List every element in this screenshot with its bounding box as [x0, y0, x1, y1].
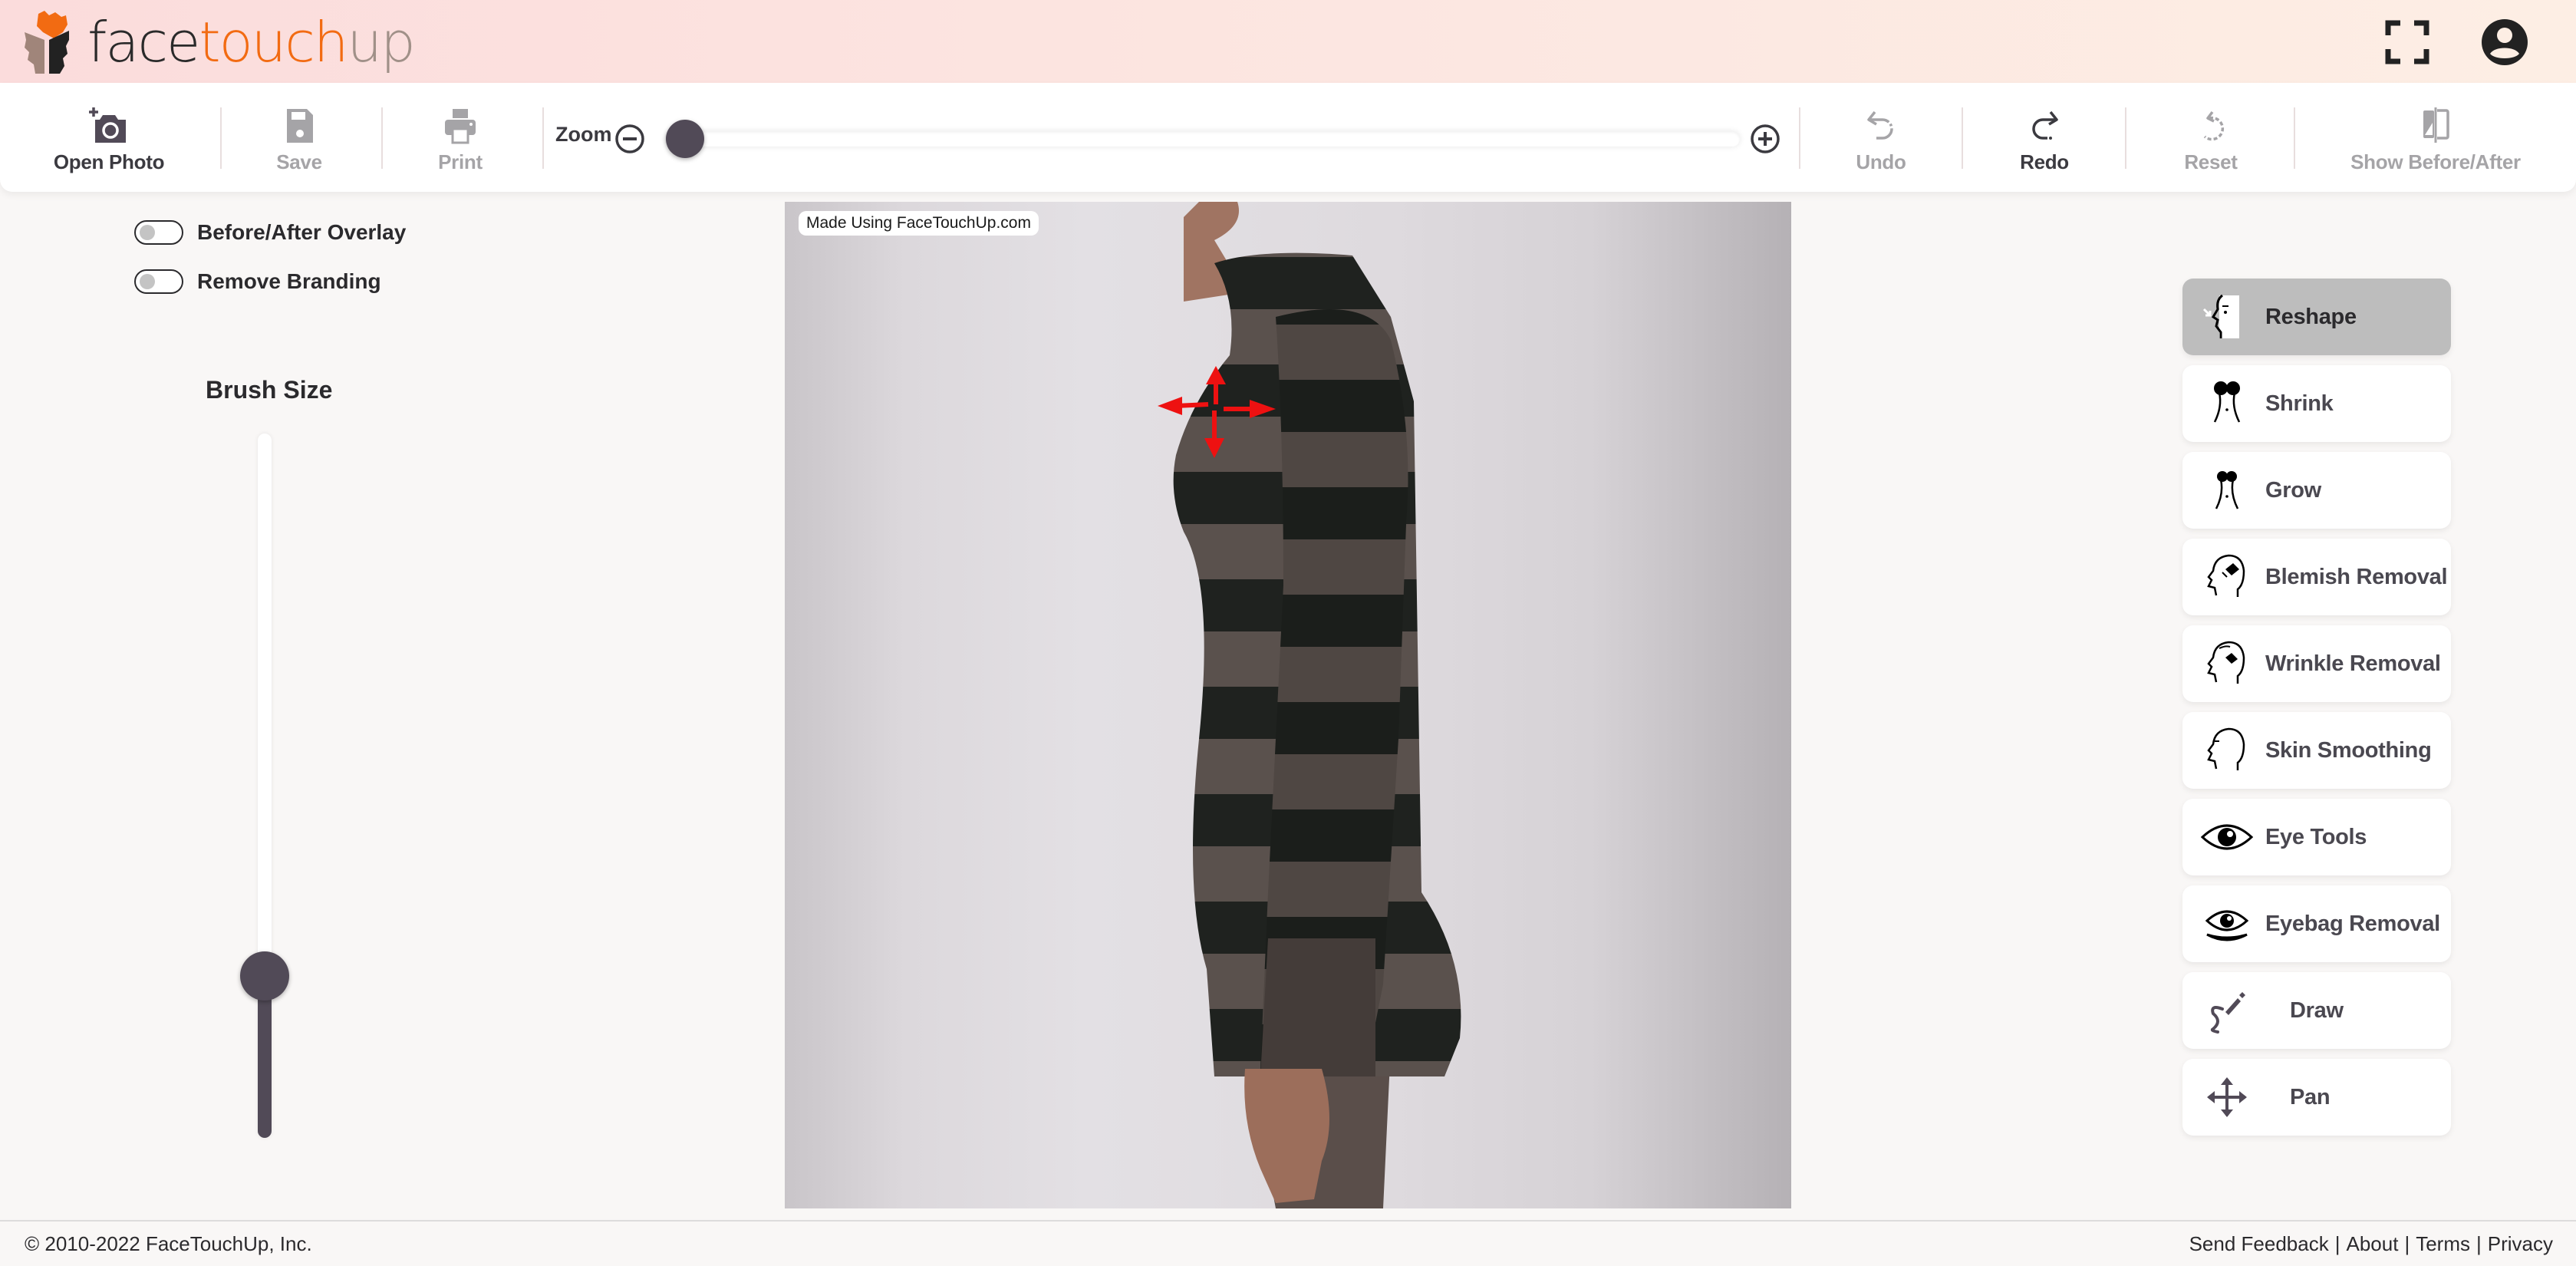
redo-icon	[2032, 110, 2058, 140]
logo[interactable]: facetouchup	[21, 9, 416, 75]
eye-icon	[2200, 824, 2254, 850]
open-photo-label: Open Photo	[53, 150, 165, 173]
brush-size-slider-thumb[interactable]	[240, 951, 289, 1001]
watermark-label: Made Using FaceTouchUp.com	[799, 211, 1039, 236]
send-feedback-link[interactable]: Send Feedback	[2189, 1232, 2329, 1256]
reset-icon	[2203, 110, 2225, 140]
tool-draw-button[interactable]: Draw	[2182, 972, 2451, 1049]
logo-mark-icon	[25, 11, 69, 74]
tool-label: Reshape	[2265, 304, 2357, 329]
eyebag-icon	[2205, 910, 2249, 941]
brush-size-title: Brush Size	[206, 376, 333, 404]
app-header: facetouchup	[0, 0, 2576, 86]
about-link[interactable]: About	[2346, 1232, 2398, 1256]
head-profile-icon	[2207, 727, 2245, 770]
print-label: Print	[438, 150, 483, 173]
save-button[interactable]: Save	[253, 83, 345, 192]
show-before-after-label: Show Before/After	[2350, 150, 2521, 173]
toolbar-divider	[381, 107, 383, 169]
tool-skin-button[interactable]: Skin Smoothing	[2182, 712, 2451, 789]
undo-button[interactable]: Undo	[1835, 83, 1927, 192]
tool-label: Wrinkle Removal	[2265, 651, 2441, 676]
hand	[1244, 1069, 1329, 1203]
tool-shrink-button[interactable]: Shrink	[2182, 365, 2451, 442]
zoom-slider-thumb[interactable]	[666, 120, 704, 158]
save-label: Save	[276, 150, 322, 173]
tool-wrinkle-button[interactable]: Wrinkle Removal	[2182, 625, 2451, 702]
toolbar-divider	[220, 107, 222, 169]
tool-label: Draw	[2290, 997, 2344, 1023]
reset-button[interactable]: Reset	[2165, 83, 2257, 192]
save-floppy-icon	[287, 108, 313, 143]
sweater-cuff	[1260, 938, 1375, 1076]
tool-eyebag-button[interactable]: Eyebag Removal	[2182, 885, 2451, 962]
add-photo-camera-icon	[89, 107, 126, 143]
separator: |	[2334, 1232, 2340, 1255]
footer-divider	[0, 1220, 2576, 1221]
tool-label: Blemish Removal	[2265, 564, 2448, 589]
tool-label: Skin Smoothing	[2265, 737, 2432, 763]
zoom-out-icon[interactable]	[614, 123, 646, 155]
tool-label: Grow	[2265, 477, 2321, 503]
separator: |	[2476, 1232, 2482, 1255]
photo-canvas[interactable]: Made Using FaceTouchUp.com	[785, 202, 1791, 1208]
tool-eye-button[interactable]: Eye Tools	[2182, 799, 2451, 875]
reshape-face-icon	[2202, 294, 2239, 338]
tool-label: Shrink	[2265, 391, 2334, 416]
wrinkle-head-eraser-icon	[2207, 641, 2245, 684]
tool-label: Eyebag Removal	[2265, 911, 2440, 936]
toggle-knob	[140, 274, 155, 289]
zoom-slider-track[interactable]	[666, 131, 1740, 147]
zoom-control: Zoom	[552, 83, 1795, 192]
zoom-in-icon[interactable]	[1749, 123, 1781, 155]
tool-pan-button[interactable]: Pan	[2182, 1059, 2451, 1136]
separator: |	[2404, 1232, 2410, 1255]
tool-blemish-button[interactable]: Blemish Removal	[2182, 539, 2451, 615]
tool-label: Pan	[2290, 1084, 2331, 1109]
tool-reshape-button[interactable]: Reshape	[2182, 279, 2451, 355]
toolbar-divider	[2125, 107, 2126, 169]
photo-image	[1158, 202, 1461, 1208]
show-before-after-button[interactable]: Show Before/After	[2332, 83, 2539, 192]
toolbar-divider	[2294, 107, 2295, 169]
reset-label: Reset	[2184, 150, 2238, 173]
toggle-switch[interactable]	[134, 220, 183, 245]
toolbar-divider	[1962, 107, 1963, 169]
footer-links: Send Feedback | About | Terms | Privacy	[2189, 1232, 2553, 1256]
toggle-label: Remove Branding	[197, 269, 381, 293]
draw-pen-icon	[2210, 992, 2245, 1034]
toggle-knob	[140, 225, 155, 240]
print-button[interactable]: Print	[414, 83, 506, 192]
printer-icon	[445, 108, 476, 143]
redo-label: Redo	[2020, 150, 2069, 173]
logo-text: facetouchup	[87, 10, 416, 74]
blemish-head-eraser-icon	[2207, 554, 2245, 597]
pan-arrows-icon	[2207, 1077, 2247, 1117]
undo-icon	[1867, 110, 1893, 140]
remove-branding-toggle[interactable]: Remove Branding	[134, 269, 381, 294]
copyright: © 2010-2022 FaceTouchUp, Inc.	[25, 1232, 312, 1255]
account-icon[interactable]	[2479, 17, 2530, 68]
fullscreen-icon[interactable]	[2382, 17, 2433, 68]
toolbar-divider	[1799, 107, 1800, 169]
before-after-overlay-toggle[interactable]: Before/After Overlay	[134, 220, 406, 245]
privacy-link[interactable]: Privacy	[2488, 1232, 2553, 1256]
grow-body-icon	[2215, 471, 2239, 509]
compare-icon	[2423, 107, 2449, 143]
open-photo-button[interactable]: Open Photo	[48, 83, 170, 192]
redo-button[interactable]: Redo	[1998, 83, 2090, 192]
toggle-label: Before/After Overlay	[197, 220, 407, 244]
main-toolbar: Open Photo Save Print Zoom Undo Redo Res…	[0, 83, 2576, 192]
shrink-body-icon	[2213, 381, 2241, 423]
toggle-switch[interactable]	[134, 269, 183, 294]
toolbar-divider	[542, 107, 544, 169]
zoom-label: Zoom	[555, 123, 612, 146]
tool-label: Eye Tools	[2265, 824, 2367, 849]
terms-link[interactable]: Terms	[2416, 1232, 2470, 1256]
tool-grow-button[interactable]: Grow	[2182, 452, 2451, 529]
undo-label: Undo	[1856, 150, 1906, 173]
